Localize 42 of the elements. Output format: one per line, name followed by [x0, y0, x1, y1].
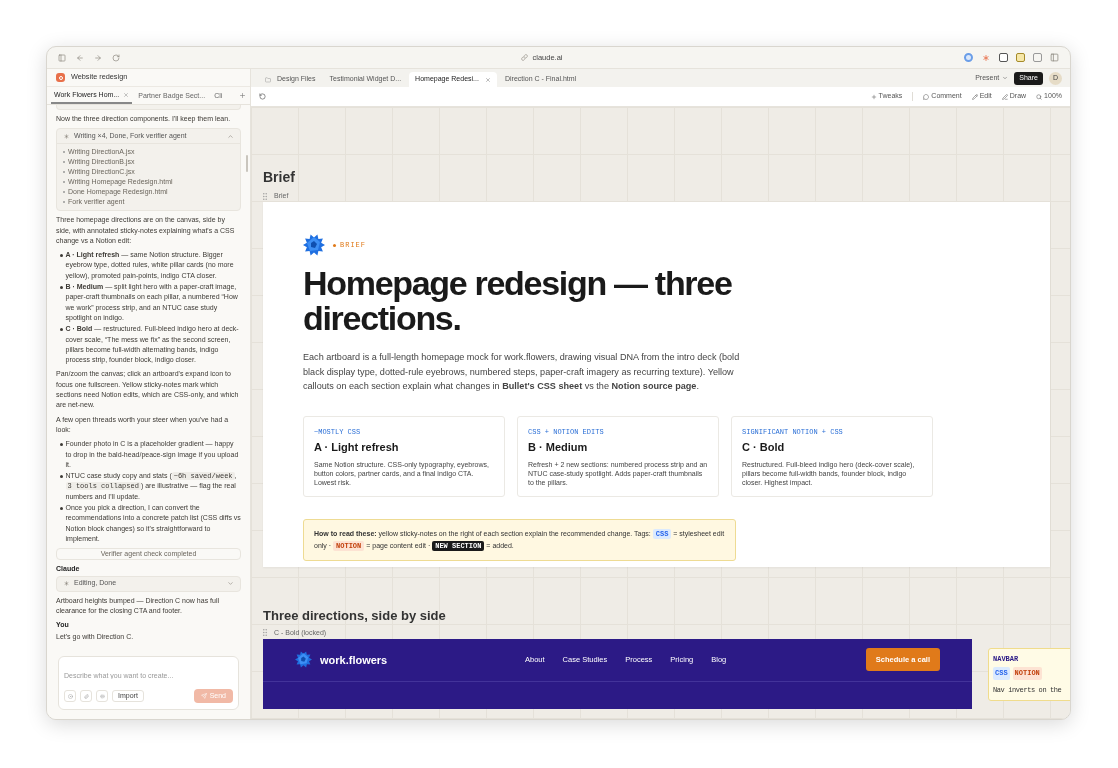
close-icon[interactable] [123, 92, 130, 98]
card-title: B · Medium [528, 440, 589, 456]
card-title: A · Light refresh [314, 440, 400, 456]
section-heading: Three directions, side by side [263, 606, 447, 625]
lead-paragraph: Each artboard is a full-length homepage mock for work.flowers, drawing visual DNA from the intro deck (bold black display type, dotted-rule eyebrows, numbered steps, paper-craft imagery as recurring texture). Yellow callouts on each section explain what changes in Bullet's CSS sheet vs the Notion source page. [303, 351, 741, 394]
comment-icon [923, 93, 930, 100]
section-heading: Brief [263, 168, 296, 187]
plus-icon [870, 93, 877, 100]
audio-icon [99, 693, 105, 699]
dot-icon [67, 693, 73, 699]
pencil-icon [971, 93, 978, 100]
close-icon[interactable] [484, 76, 491, 83]
pen-icon [1001, 93, 1008, 100]
folder-icon [265, 76, 271, 83]
link-icon [521, 54, 529, 61]
brand-name[interactable]: work.flowers [320, 651, 388, 669]
page-title: Homepage redesign — three directions. [303, 266, 733, 336]
forward-icon[interactable] [94, 53, 102, 62]
search-icon [1036, 93, 1043, 100]
scrollbar[interactable] [246, 155, 248, 172]
chevron-down-icon [1002, 75, 1009, 81]
chevron-down-icon[interactable] [227, 580, 234, 588]
back-icon[interactable] [76, 53, 84, 62]
card-title: C · Bold [742, 440, 786, 456]
refresh-icon[interactable] [259, 93, 266, 100]
drag-handle-icon[interactable] [263, 192, 267, 200]
spark-icon [63, 132, 70, 140]
settings-button[interactable] [64, 690, 76, 702]
reload-icon[interactable] [112, 53, 120, 62]
send-icon [200, 693, 207, 699]
flower-logo [303, 234, 325, 256]
project-icon [56, 73, 65, 82]
paperclip-icon [83, 693, 89, 699]
new-tab-icon[interactable] [239, 92, 246, 99]
attach-button[interactable] [80, 690, 92, 702]
spark-icon [63, 580, 70, 588]
audio-button[interactable] [96, 690, 108, 702]
sidebar-toggle-icon[interactable] [58, 53, 66, 62]
chevron-up-icon[interactable] [227, 132, 234, 140]
drag-handle-icon[interactable] [263, 629, 267, 637]
brand-logo [295, 651, 312, 669]
panel-icon[interactable] [1050, 53, 1059, 62]
